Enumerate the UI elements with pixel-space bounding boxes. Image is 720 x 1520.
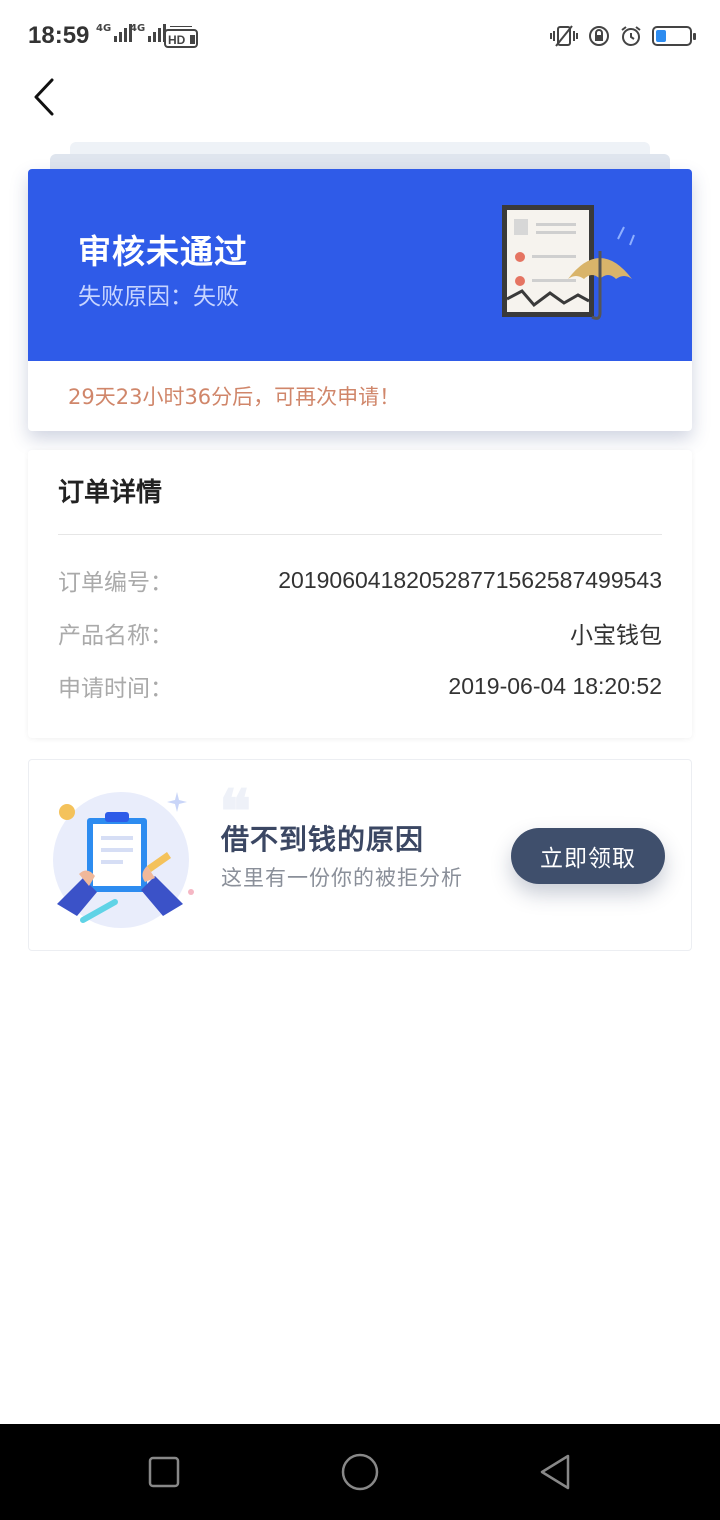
status-time: 18:59 bbox=[28, 22, 90, 49]
status-title: 审核未通过 bbox=[78, 232, 248, 271]
back-arrow-icon bbox=[34, 78, 54, 116]
order-number-value: 201906041820528771562587499543 bbox=[278, 566, 662, 593]
network-type-label: 4G bbox=[96, 23, 112, 34]
order-detail-title: 订单详情 bbox=[58, 478, 163, 508]
product-name-label: 产品名称： bbox=[58, 623, 173, 649]
retry-countdown: 29天23小时36分后，可再次申请！ bbox=[68, 385, 401, 409]
status-header: 审核未通过 失败原因：失败 bbox=[28, 169, 692, 361]
apply-time-value: 2019-06-04 18:20:52 bbox=[448, 672, 662, 699]
order-number-label: 订单编号： bbox=[58, 570, 173, 596]
review-status-card: 审核未通过 失败原因：失败 29天23小时36分后，可再次申请！ bbox=[28, 169, 692, 431]
order-number-row: 订单编号： 201906041820528771562587499543 bbox=[58, 562, 662, 598]
hd-icon: HD bbox=[164, 26, 198, 48]
apply-time-label: 申请时间： bbox=[58, 676, 173, 702]
vibrate-icon bbox=[550, 25, 578, 47]
product-name-value: 小宝钱包 bbox=[570, 623, 662, 649]
recent-apps-icon[interactable] bbox=[144, 1452, 184, 1492]
claim-now-button[interactable]: 立即领取 bbox=[511, 828, 665, 884]
order-detail-card: 订单详情 订单编号： 20190604182052877156258749954… bbox=[28, 450, 692, 738]
rejection-analysis-card[interactable]: ❝ 借不到钱的原因 这里有一份你的被拒分析 立即领取 bbox=[28, 759, 692, 951]
apply-time-row: 申请时间： 2019-06-04 18:20:52 bbox=[58, 668, 662, 704]
promo-subtitle: 这里有一份你的被拒分析 bbox=[221, 866, 463, 890]
home-icon[interactable] bbox=[340, 1452, 380, 1492]
promo-title: 借不到钱的原因 bbox=[221, 823, 425, 856]
back-nav-icon[interactable] bbox=[536, 1452, 576, 1492]
signal-strength-icon: 4G bbox=[96, 23, 133, 42]
divider bbox=[58, 534, 662, 535]
hd-label: HD bbox=[168, 33, 186, 47]
clipboard-analysis-icon bbox=[53, 792, 194, 928]
alarm-icon bbox=[621, 26, 641, 46]
back-button[interactable] bbox=[24, 72, 68, 122]
battery-icon bbox=[652, 26, 696, 46]
system-navigation-bar bbox=[0, 1424, 720, 1520]
signal-strength-icon: 4G bbox=[130, 23, 167, 42]
failure-reason: 失败原因：失败 bbox=[78, 284, 239, 310]
rejected-document-umbrella-icon bbox=[502, 205, 635, 320]
status-bar: 18:59 4G 4G HD bbox=[0, 0, 720, 72]
rotation-lock-icon bbox=[589, 26, 609, 46]
product-name-row: 产品名称： 小宝钱包 bbox=[58, 615, 662, 651]
network-type-label: 4G bbox=[130, 23, 146, 34]
